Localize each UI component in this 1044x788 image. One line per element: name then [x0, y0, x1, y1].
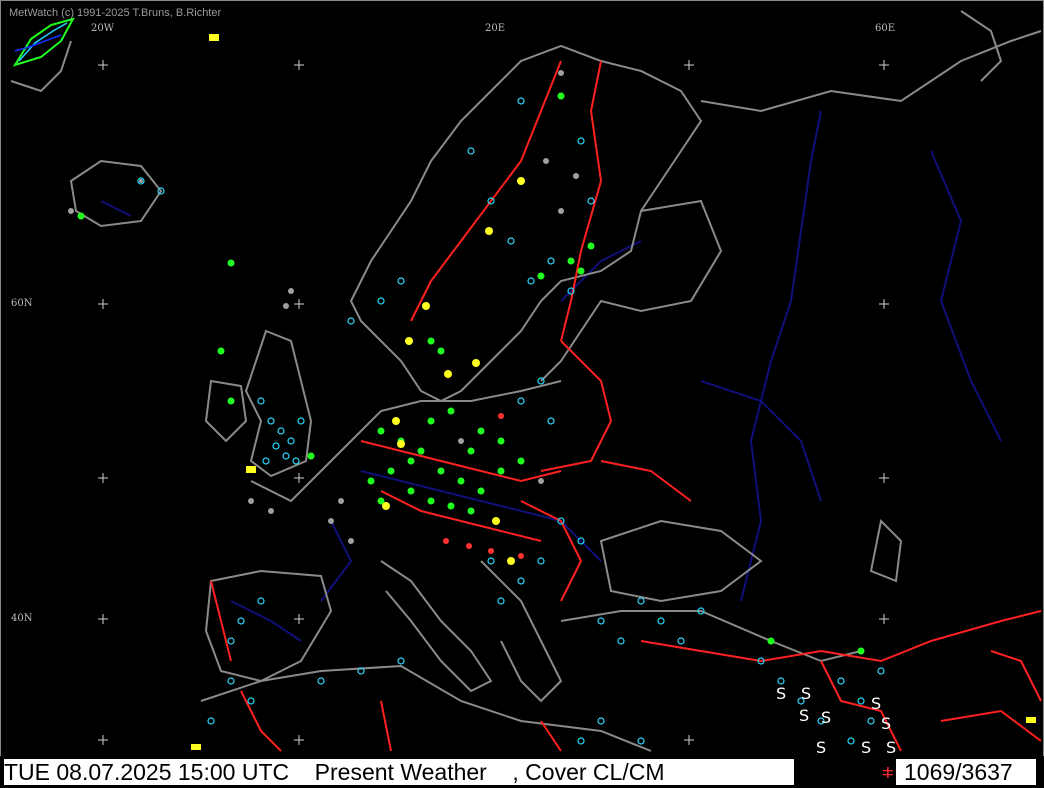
- svg-text:S: S: [799, 706, 809, 725]
- heavy-shower-symbols: [443, 413, 524, 559]
- rain-symbols: [77, 92, 865, 655]
- svg-text:S: S: [821, 708, 831, 727]
- station-cover-circles: [137, 97, 885, 745]
- thunder-symbols: [191, 34, 1036, 750]
- app-credit: MetWatch (c) 1991-2025 T.Bruns, B.Richte…: [9, 7, 222, 19]
- status-product: Present Weather: [314, 759, 487, 785]
- lon-label-20e: 20E: [485, 23, 506, 34]
- sandstorm-icon: ⵐ: [882, 764, 894, 782]
- status-datetime: TUE 08.07.2025 15:00 UTC: [4, 759, 290, 785]
- svg-text:S: S: [861, 738, 871, 757]
- svg-text:S: S: [801, 684, 811, 703]
- svg-text:S: S: [881, 714, 891, 733]
- rivers: [100, 110, 1002, 642]
- station-count: 1069/3637: [896, 759, 1036, 785]
- weather-map[interactable]: S SS SSS S SS: [1, 1, 1043, 787]
- lon-label-20w: 20W: [91, 23, 115, 34]
- sandstorm-symbols: S SS SSS S SS: [776, 684, 896, 757]
- status-overlay: , Cover CL/CM: [512, 759, 665, 785]
- coastlines: [10, 10, 1042, 752]
- political-borders: [210, 60, 1042, 752]
- svg-text:S: S: [886, 738, 896, 757]
- lon-label-60e: 60E: [875, 23, 896, 34]
- status-main: TUE 08.07.2025 15:00 UTC Present Weather…: [4, 759, 794, 785]
- svg-text:S: S: [816, 738, 826, 757]
- svg-text:S: S: [776, 684, 786, 703]
- svg-text:S: S: [871, 694, 881, 713]
- lat-label-60n: 60N: [11, 298, 33, 309]
- lat-label-40n: 40N: [11, 613, 33, 624]
- map-viewport[interactable]: SSS SSS SSS MetWatch (c) 1991-2025 T.Bru…: [0, 0, 1044, 788]
